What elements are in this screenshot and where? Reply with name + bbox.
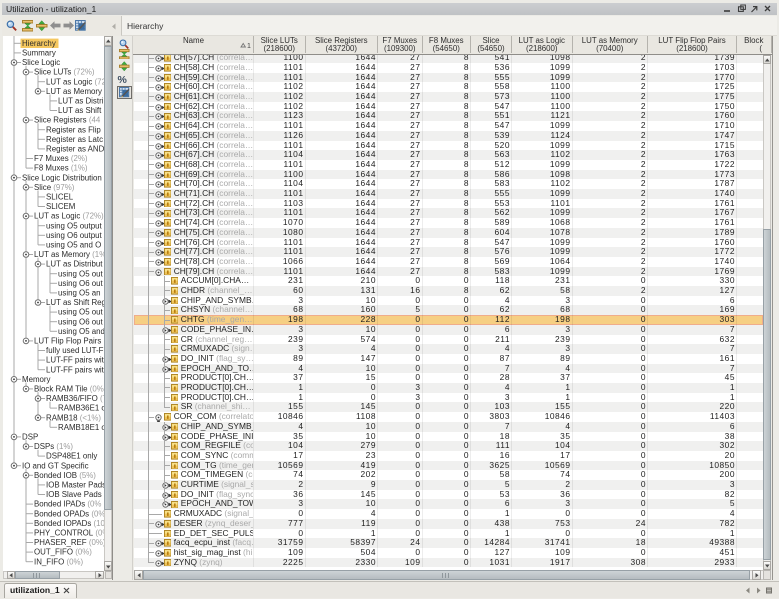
svg-text:Slice Logic Distribution: Slice Logic Distribution xyxy=(22,173,102,182)
svg-text:Bonded OPADs (0%: Bonded OPADs (0% xyxy=(34,509,104,518)
svg-text:Memory: Memory xyxy=(22,375,51,384)
svg-text:RAMB36/FIFO (7: RAMB36/FIFO (7 xyxy=(46,394,104,403)
svg-text:F8 Muxes (1%): F8 Muxes (1%) xyxy=(34,164,88,173)
svg-text:Bonded IPADs (0%: Bonded IPADs (0% xyxy=(34,500,101,509)
svg-text:LUT-FF pairs wit: LUT-FF pairs wit xyxy=(46,365,104,374)
svg-text:OUT_FIFO (0%): OUT_FIFO (0%) xyxy=(34,548,92,557)
svg-text:IOB Master Pads: IOB Master Pads xyxy=(46,481,104,490)
svg-text:IOB Slave Pads: IOB Slave Pads xyxy=(46,490,102,499)
svg-text:PHASER_REF (0%): PHASER_REF (0%) xyxy=(34,538,104,547)
svg-text:Slice Logic: Slice Logic xyxy=(22,58,60,67)
svg-text:Slice Registers (44: Slice Registers (44 xyxy=(34,116,101,125)
svg-text:SLICEM: SLICEM xyxy=(46,202,75,211)
svg-text:LUT Flip Flop Pairs: LUT Flip Flop Pairs xyxy=(34,337,101,346)
svg-text:DSP48E1 only: DSP48E1 only xyxy=(46,452,97,461)
svg-text:Bonded IOB (5%): Bonded IOB (5%) xyxy=(34,471,96,480)
svg-text:using O5 and: using O5 and xyxy=(58,327,104,336)
svg-text:LUT as Shift Reg: LUT as Shift Reg xyxy=(46,298,104,307)
svg-text:SLICEL: SLICEL xyxy=(46,193,74,202)
svg-text:Register as Flip: Register as Flip xyxy=(46,125,101,134)
svg-text:fully used LUT-F: fully used LUT-F xyxy=(46,346,104,355)
svg-text:LUT as Memory: LUT as Memory xyxy=(46,87,102,96)
svg-text:Slice LUTs (72%): Slice LUTs (72%) xyxy=(34,68,95,77)
svg-text:LUT-FF pairs wit: LUT-FF pairs wit xyxy=(46,356,104,365)
svg-text:using O6 out: using O6 out xyxy=(58,279,104,288)
svg-text:PHY_CONTROL (0%): PHY_CONTROL (0%) xyxy=(34,529,104,538)
svg-text:LUT as Logic (72: LUT as Logic (72 xyxy=(46,77,104,86)
svg-text:LUT as Distri: LUT as Distri xyxy=(58,97,104,106)
svg-text:using O5 out: using O5 out xyxy=(58,269,104,278)
svg-text:RAMB18E1 o: RAMB18E1 o xyxy=(58,423,104,432)
svg-text:IO and GT Specific: IO and GT Specific xyxy=(22,461,89,470)
svg-text:1: 1 xyxy=(247,43,251,49)
svg-text:Block RAM Tile (0%: Block RAM Tile (0% xyxy=(34,385,104,394)
svg-text:Hierarchy: Hierarchy xyxy=(22,39,56,48)
svg-text:using O6 out: using O6 out xyxy=(58,317,104,326)
svg-text:Summary: Summary xyxy=(22,49,56,58)
svg-text:Register as Latc: Register as Latc xyxy=(46,135,103,144)
svg-text:RAMB18 (<1%): RAMB18 (<1%) xyxy=(46,413,101,422)
svg-text:LUT as Distribut: LUT as Distribut xyxy=(46,260,103,269)
svg-text:Register as AND: Register as AND xyxy=(46,145,104,154)
svg-text:DSPs (1%): DSPs (1%) xyxy=(34,442,73,451)
svg-text:Slice (97%): Slice (97%) xyxy=(34,183,75,192)
svg-text:using O5 an: using O5 an xyxy=(58,289,101,298)
svg-text:DSP: DSP xyxy=(22,433,38,442)
svg-text:F7 Muxes (2%): F7 Muxes (2%) xyxy=(34,154,88,163)
svg-text:using O5 output: using O5 output xyxy=(46,221,103,230)
svg-text:using O5 and O: using O5 and O xyxy=(46,241,101,250)
svg-text:LUT as Memory (1%: LUT as Memory (1% xyxy=(34,250,104,259)
svg-text:IN_FIFO (0%): IN_FIFO (0%) xyxy=(34,557,83,566)
svg-text:using O5 out: using O5 out xyxy=(58,308,104,317)
svg-text:LUT as Shift: LUT as Shift xyxy=(58,106,102,115)
svg-text:using O6 output: using O6 output xyxy=(46,231,103,240)
svg-text:RAMB36E1 o: RAMB36E1 o xyxy=(58,404,104,413)
svg-text:LUT as Logic (72%): LUT as Logic (72%) xyxy=(34,212,104,221)
svg-text:Bonded IOPADs (10: Bonded IOPADs (10 xyxy=(34,519,104,528)
